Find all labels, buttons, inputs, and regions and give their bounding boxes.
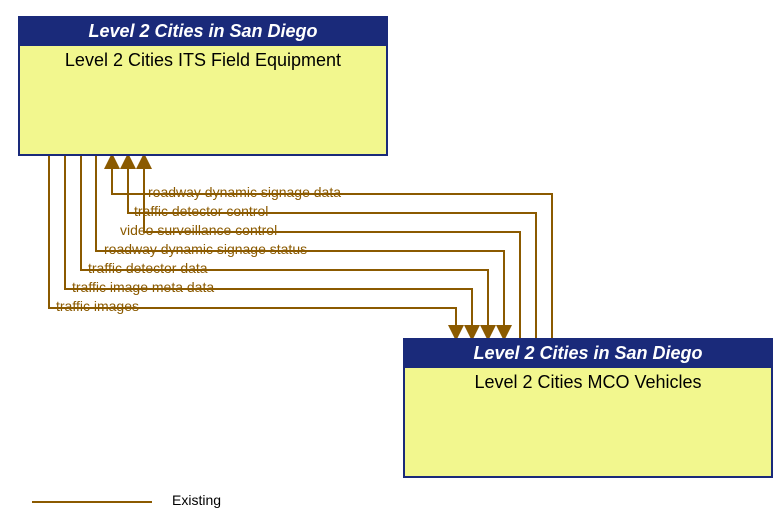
entity-field-equipment-title: Level 2 Cities ITS Field Equipment [20,46,386,71]
legend-line-existing [32,501,152,503]
flow-label-video-surveillance-control: video surveillance control [120,222,277,238]
flow-label-traffic-images: traffic images [56,298,139,314]
flow-label-traffic-detector-control: traffic detector control [134,203,268,219]
entity-mco-vehicles[interactable]: Level 2 Cities in San Diego Level 2 Citi… [403,338,773,478]
flow-label-roadway-dynamic-signage-data: roadway dynamic signage data [148,184,341,200]
entity-mco-vehicles-title: Level 2 Cities MCO Vehicles [405,368,771,393]
flow-label-roadway-dynamic-signage-status: roadway dynamic signage status [104,241,307,257]
legend-label-existing: Existing [172,492,221,508]
entity-mco-vehicles-header: Level 2 Cities in San Diego [405,340,771,368]
entity-field-equipment-header: Level 2 Cities in San Diego [20,18,386,46]
entity-field-equipment[interactable]: Level 2 Cities in San Diego Level 2 Citi… [18,16,388,156]
flow-label-traffic-image-meta-data: traffic image meta data [72,279,214,295]
flow-label-traffic-detector-data: traffic detector data [88,260,208,276]
architecture-diagram: Level 2 Cities in San Diego Level 2 Citi… [0,0,783,524]
